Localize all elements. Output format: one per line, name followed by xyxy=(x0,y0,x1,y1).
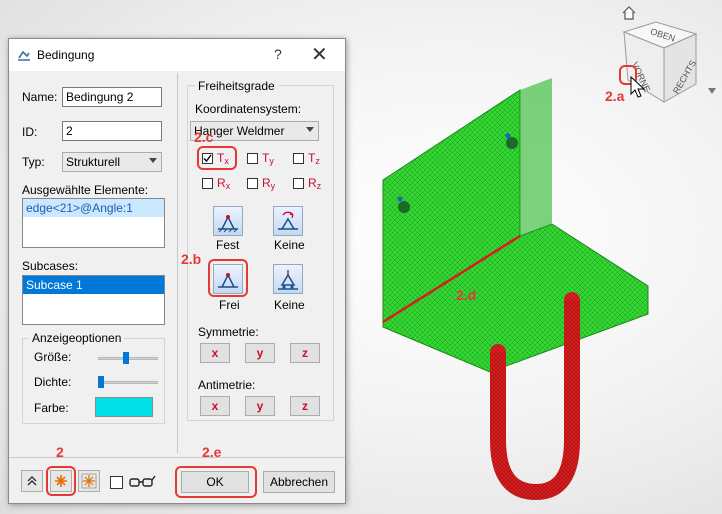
density-label: Dichte: xyxy=(34,375,72,389)
annotation-2b: 2.b xyxy=(181,251,202,267)
subcases-label: Subcases: xyxy=(22,259,79,273)
no-rotation-label-2: Keine xyxy=(274,298,305,312)
fixed-support-label: Fest xyxy=(216,238,240,252)
color-swatch[interactable] xyxy=(95,397,153,417)
ry-checkbox[interactable] xyxy=(247,178,258,189)
selected-elements-label: Ausgewählte Elemente: xyxy=(22,183,149,197)
highlight-2b xyxy=(208,259,248,297)
app-icon xyxy=(17,48,31,62)
antisymmetry-z-button[interactable]: z xyxy=(290,396,320,416)
no-rotation-button-1[interactable] xyxy=(273,206,303,236)
preview-checkbox[interactable] xyxy=(110,476,123,489)
collapse-button[interactable] xyxy=(21,470,43,492)
type-label: Typ: xyxy=(22,155,45,169)
size-label: Größe: xyxy=(34,350,72,364)
chevron-down-icon xyxy=(306,127,314,132)
ty-label: Ty xyxy=(262,151,274,166)
annotation-2e: 2.e xyxy=(202,444,222,460)
annotation-2c: 2.c xyxy=(194,129,214,145)
type-select-value: Strukturell xyxy=(66,155,121,169)
list-item[interactable]: edge<21>@Angle:1 xyxy=(23,199,164,217)
rotation-free-icon xyxy=(278,211,298,230)
double-chevron-up-icon xyxy=(27,476,37,486)
rx-label: Rx xyxy=(217,176,231,191)
name-label: Name: xyxy=(22,90,58,104)
antisymmetry-y-button[interactable]: y xyxy=(245,396,275,416)
fixed-support-button[interactable] xyxy=(213,206,243,236)
antisymmetry-label: Antimetrie: xyxy=(198,378,256,392)
freedom-title: Freiheitsgrade xyxy=(195,79,278,93)
chevron-down-icon xyxy=(149,158,157,163)
title-bar: Bedingung ? ✕ xyxy=(9,39,345,71)
list-item[interactable]: Subcase 1 xyxy=(23,276,164,294)
annotation-2: 2 xyxy=(56,444,64,460)
display-options-title: Anzeigeoptionen xyxy=(29,331,125,345)
ry-label: Ry xyxy=(262,176,276,191)
bedingung-dialog: Bedingung ? ✕ Name: Bedingung 2 ID: 2 Ty… xyxy=(8,38,346,504)
size-slider-thumb[interactable] xyxy=(123,352,129,364)
density-slider-track[interactable] xyxy=(98,381,158,384)
symmetry-x-button[interactable]: x xyxy=(200,343,230,363)
glasses-icon xyxy=(128,474,156,493)
tz-label: Tz xyxy=(308,151,320,166)
dialog-title: Bedingung xyxy=(37,48,95,62)
name-field[interactable]: Bedingung 2 xyxy=(62,87,162,107)
free-support-label: Frei xyxy=(219,298,240,312)
asterisk-button-2[interactable] xyxy=(78,470,100,492)
rx-checkbox[interactable] xyxy=(202,178,213,189)
symmetry-label: Symmetrie: xyxy=(198,325,259,339)
no-rotation-label-1: Keine xyxy=(274,238,305,252)
type-select[interactable]: Strukturell xyxy=(62,152,162,172)
fixed-support-icon xyxy=(218,215,238,233)
coord-label: Koordinatensystem: xyxy=(195,102,302,116)
no-rotation-button-2[interactable] xyxy=(273,264,303,294)
color-label: Farbe: xyxy=(34,401,69,415)
subcases-list[interactable]: Subcase 1 xyxy=(22,275,165,325)
antisymmetry-x-button[interactable]: x xyxy=(200,396,230,416)
rz-label: Rz xyxy=(308,176,322,191)
id-label: ID: xyxy=(22,125,38,139)
density-slider-thumb[interactable] xyxy=(98,376,104,388)
roller-support-icon xyxy=(278,270,298,290)
annotation-2d: 2.d xyxy=(456,287,477,303)
help-button[interactable]: ? xyxy=(274,46,282,62)
selected-elements-list[interactable]: edge<21>@Angle:1 xyxy=(22,198,165,248)
symmetry-z-button[interactable]: z xyxy=(290,343,320,363)
ty-checkbox[interactable] xyxy=(247,153,258,164)
symmetry-y-button[interactable]: y xyxy=(245,343,275,363)
cancel-button[interactable]: Abbrechen xyxy=(263,471,335,493)
cursor-icon xyxy=(630,75,646,103)
column-divider xyxy=(177,73,178,453)
asterisk-grid-icon xyxy=(81,473,97,489)
id-field[interactable]: 2 xyxy=(62,121,162,141)
highlight-2e xyxy=(175,466,257,498)
rz-checkbox[interactable] xyxy=(293,178,304,189)
hole-marker xyxy=(398,201,410,213)
annotation-2a: 2.a xyxy=(605,88,625,104)
tz-checkbox[interactable] xyxy=(293,153,304,164)
close-button[interactable]: ✕ xyxy=(311,42,328,67)
highlight-2 xyxy=(46,466,76,496)
highlight-2c xyxy=(197,146,237,170)
hole-marker xyxy=(506,137,518,149)
